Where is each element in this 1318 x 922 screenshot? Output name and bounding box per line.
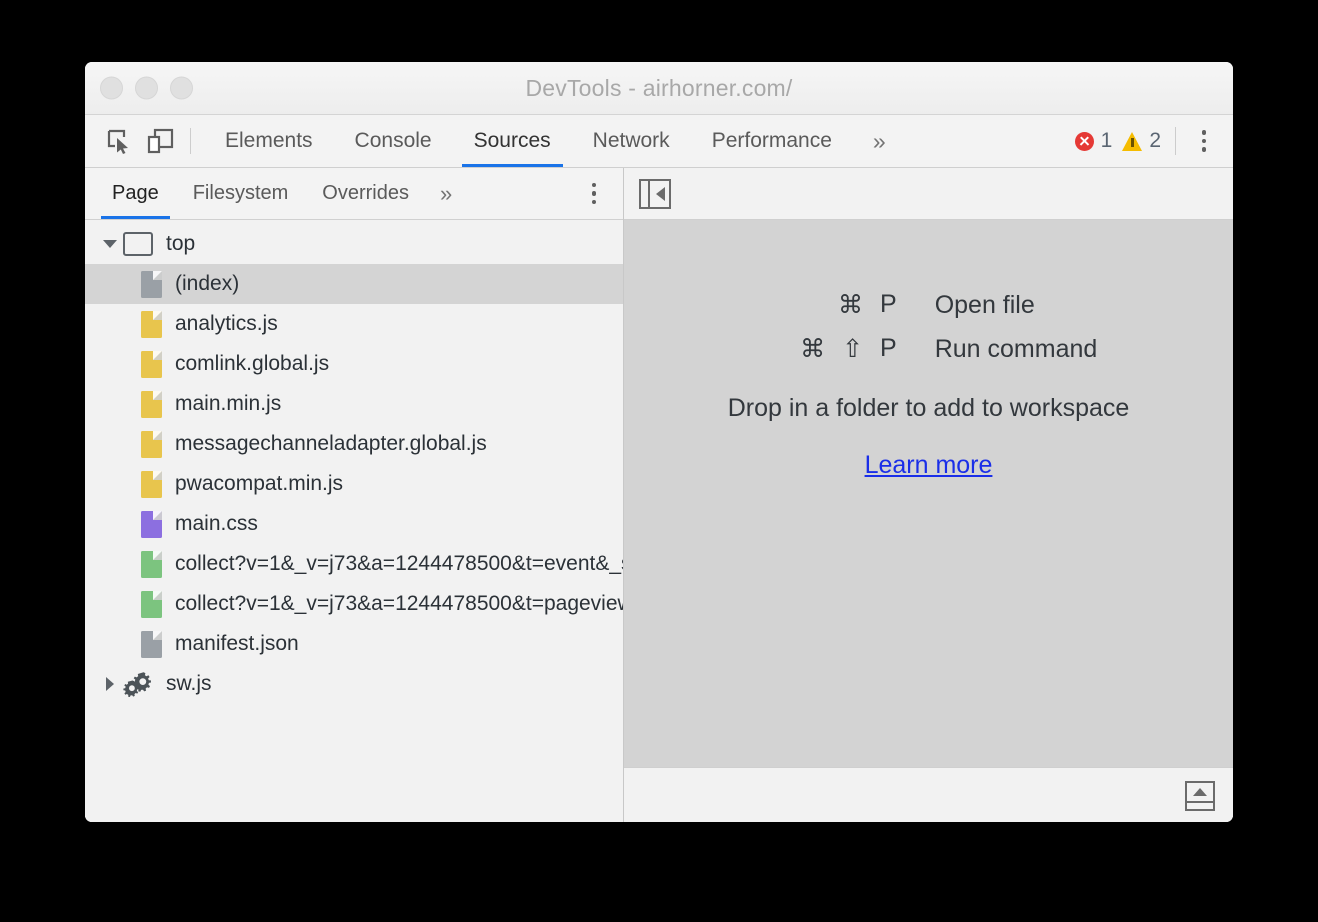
minimize-button[interactable] — [135, 77, 158, 100]
tree-item-sw-js[interactable]: sw.js — [85, 664, 623, 704]
tree-item-analytics-js[interactable]: analytics.js — [85, 304, 623, 344]
panel-tabs: Elements Console Sources Network Perform… — [204, 115, 906, 167]
fetch-file-icon — [141, 551, 162, 578]
main-menu-icon[interactable] — [1189, 124, 1219, 158]
expand-triangle-icon[interactable] — [97, 240, 123, 248]
tree-item-label: collect?v=1&_v=j73&a=1244478500&t=pagevi… — [175, 592, 623, 616]
script-file-icon — [141, 391, 162, 418]
frame-icon — [123, 232, 153, 256]
tree-item-manifest-json[interactable]: manifest.json — [85, 624, 623, 664]
tree-item-collect-event[interactable]: collect?v=1&_v=j73&a=1244478500&t=event&… — [85, 544, 623, 584]
script-file-icon — [141, 311, 162, 338]
nav-tab-filesystem[interactable]: Filesystem — [176, 168, 306, 219]
script-file-icon — [141, 351, 162, 378]
tab-network[interactable]: Network — [572, 115, 691, 167]
shortcut-list: ⌘ P Open file ⌘ ⇧ P Run command — [760, 290, 1098, 364]
editor-toolbar — [624, 168, 1233, 220]
letter-key: P — [880, 334, 897, 364]
toolbar-divider-right — [1175, 127, 1176, 155]
tree-item-label: collect?v=1&_v=j73&a=1244478500&t=event&… — [175, 552, 623, 576]
main-toolbar: Elements Console Sources Network Perform… — [85, 115, 1233, 168]
shortcut-keys: ⌘ ⇧ P — [760, 334, 935, 364]
warning-count: 2 — [1149, 129, 1161, 153]
tree-item-main-css[interactable]: main.css — [85, 504, 623, 544]
tree-item-index[interactable]: (index) — [85, 264, 623, 304]
more-panels-icon[interactable]: » — [853, 115, 906, 167]
nav-tab-overrides[interactable]: Overrides — [305, 168, 426, 219]
navigator-tabbar: Page Filesystem Overrides » — [85, 168, 623, 220]
show-drawer-icon[interactable] — [1185, 781, 1215, 811]
editor-statusbar — [624, 767, 1233, 822]
close-button[interactable] — [100, 77, 123, 100]
nav-tab-page[interactable]: Page — [95, 168, 176, 219]
tree-item-label: (index) — [175, 272, 239, 296]
devtools-body: Page Filesystem Overrides » top — [85, 168, 1233, 822]
document-icon — [141, 271, 162, 298]
tree-item-label: comlink.global.js — [175, 352, 329, 376]
tree-item-label: main.css — [175, 512, 258, 536]
tree-item-collect-pageview[interactable]: collect?v=1&_v=j73&a=1244478500&t=pagevi… — [85, 584, 623, 624]
navigator-pane: Page Filesystem Overrides » top — [85, 168, 624, 822]
stylesheet-icon — [141, 511, 162, 538]
shortcut-description: Run command — [935, 335, 1098, 364]
toolbar-divider — [190, 128, 191, 154]
tab-performance[interactable]: Performance — [691, 115, 853, 167]
screen-background: DevTools - airhorner.com/ Elements Conso… — [0, 0, 1318, 922]
shortcut-keys: ⌘ P — [760, 290, 935, 320]
script-file-icon — [141, 471, 162, 498]
shift-key-icon: ⇧ — [842, 334, 863, 364]
tab-console[interactable]: Console — [334, 115, 453, 167]
editor-pane: ⌘ P Open file ⌘ ⇧ P Run command — [624, 168, 1233, 822]
window-controls — [100, 77, 193, 100]
tree-item-label: messagechanneladapter.global.js — [175, 432, 487, 456]
tree-item-label: top — [166, 232, 195, 256]
tree-item-messagechanneladapter-global-js[interactable]: messagechanneladapter.global.js — [85, 424, 623, 464]
shortcut-description: Open file — [935, 291, 1035, 320]
warning-icon — [1122, 132, 1142, 151]
service-worker-gear-icon — [123, 670, 153, 698]
command-key-icon: ⌘ — [800, 334, 825, 364]
learn-more-link[interactable]: Learn more — [865, 451, 993, 480]
fetch-file-icon — [141, 591, 162, 618]
editor-placeholder: ⌘ P Open file ⌘ ⇧ P Run command — [624, 220, 1233, 767]
tree-item-label: sw.js — [166, 672, 212, 696]
maximize-button[interactable] — [170, 77, 193, 100]
devtools-window: DevTools - airhorner.com/ Elements Conso… — [85, 62, 1233, 822]
inspect-element-icon[interactable] — [98, 121, 140, 161]
tree-item-label: pwacompat.min.js — [175, 472, 343, 496]
navigator-menu-icon[interactable] — [579, 177, 609, 211]
tree-item-label: analytics.js — [175, 312, 278, 336]
more-nav-tabs-icon[interactable]: » — [426, 181, 466, 207]
error-icon — [1075, 132, 1094, 151]
file-tree: top (index) analytics.js — [85, 220, 623, 822]
tree-item-label: manifest.json — [175, 632, 299, 656]
tab-elements[interactable]: Elements — [204, 115, 334, 167]
command-key-icon: ⌘ — [838, 290, 863, 320]
error-count: 1 — [1101, 129, 1113, 153]
tree-item-comlink-global-js[interactable]: comlink.global.js — [85, 344, 623, 384]
tree-item-top[interactable]: top — [85, 224, 623, 264]
error-badge[interactable]: 1 — [1075, 129, 1113, 153]
window-titlebar: DevTools - airhorner.com/ — [85, 62, 1233, 115]
toolbar-right-group: 1 2 — [1075, 124, 1233, 158]
tree-item-main-min-js[interactable]: main.min.js — [85, 384, 623, 424]
tree-item-label: main.min.js — [175, 392, 281, 416]
tree-item-pwacompat-min-js[interactable]: pwacompat.min.js — [85, 464, 623, 504]
workspace-drop-hint: Drop in a folder to add to workspace — [728, 394, 1130, 423]
collapse-navigator-icon[interactable] — [639, 179, 671, 209]
shortcut-run-command: ⌘ ⇧ P Run command — [760, 334, 1098, 364]
tab-sources[interactable]: Sources — [453, 115, 572, 167]
collapse-triangle-icon[interactable] — [97, 677, 123, 691]
script-file-icon — [141, 431, 162, 458]
document-icon — [141, 631, 162, 658]
letter-key: P — [880, 290, 897, 320]
window-title: DevTools - airhorner.com/ — [85, 75, 1233, 102]
warning-badge[interactable]: 2 — [1122, 129, 1161, 153]
device-toolbar-icon[interactable] — [140, 121, 182, 161]
shortcut-open-file: ⌘ P Open file — [760, 290, 1098, 320]
